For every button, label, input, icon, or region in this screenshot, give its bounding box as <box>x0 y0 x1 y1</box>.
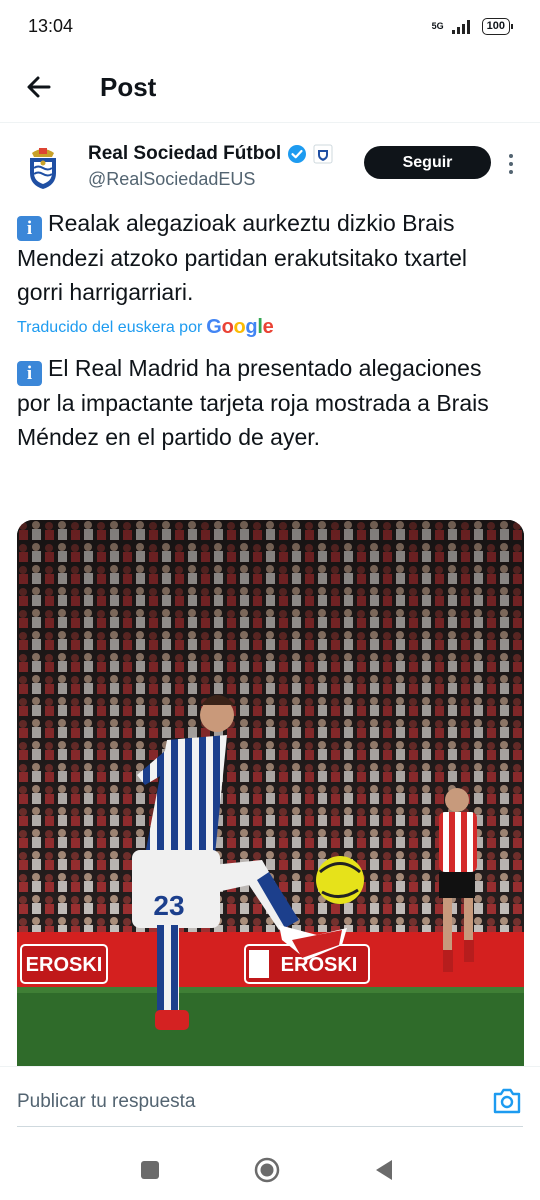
board-text-1: EROSKI <box>26 954 103 976</box>
follow-button[interactable]: Seguir <box>364 146 491 179</box>
network-label: 5G <box>431 21 444 31</box>
affiliate-badge-icon <box>313 144 333 164</box>
back-arrow-icon <box>27 76 51 98</box>
status-time: 13:04 <box>28 16 74 36</box>
tweet-media-photo[interactable]: EROSKI EROSKI 23 <box>17 520 524 1066</box>
status-bar: 13:04 5G 100 <box>0 0 540 56</box>
translated-text: El Real Madrid ha presentado alegaciones… <box>17 355 489 450</box>
system-navigation-bar <box>0 1140 540 1200</box>
reply-bar: Publicar tu respuesta <box>0 1066 540 1129</box>
football-photo: EROSKI EROSKI 23 <box>17 520 524 1066</box>
system-back-button[interactable] <box>370 1156 398 1184</box>
home-button[interactable] <box>253 1156 281 1184</box>
google-logo: Google <box>206 316 274 338</box>
status-indicators: 5G 100 <box>431 18 514 35</box>
camera-icon <box>493 1088 521 1114</box>
author-name: Real Sociedad Fútbol <box>88 143 282 164</box>
tweet-translated-text: i El Real Madrid ha presentado alegacione… <box>17 351 517 454</box>
camera-button[interactable] <box>492 1087 522 1115</box>
player-number: 23 <box>153 890 184 921</box>
recents-icon <box>141 1161 159 1179</box>
more-options-icon <box>509 154 513 174</box>
reply-input[interactable]: Publicar tu respuesta <box>17 1091 196 1113</box>
reply-divider <box>17 1126 523 1127</box>
translation-attribution[interactable]: Traducido del euskera por Google <box>17 316 274 339</box>
tweet-original-text: i Realak alegazioak aurkeztu dizkio Brais… <box>17 206 517 309</box>
top-app-bar: Post <box>0 56 540 123</box>
battery-indicator: 100 <box>481 18 514 35</box>
author-name-row: Real Sociedad Fútbol <box>88 143 333 165</box>
author-handle: @RealSociedadEUS <box>88 169 256 189</box>
verified-badge-icon <box>288 145 307 163</box>
club-crest-logo <box>30 148 56 189</box>
signal-icon <box>451 19 470 34</box>
author-info[interactable]: Real Sociedad Fútbol @RealSociedadEUS <box>88 143 333 190</box>
author-avatar[interactable] <box>18 143 68 193</box>
recents-button[interactable] <box>136 1156 164 1184</box>
back-icon <box>376 1160 392 1180</box>
board-text-2: EROSKI <box>281 954 358 976</box>
translation-label: Traducido del euskera por <box>17 318 203 336</box>
info-icon: i <box>17 216 42 241</box>
original-text: Realak alegazioak aurkeztu dizkio Brais … <box>17 210 468 305</box>
home-icon <box>254 1157 280 1183</box>
page-title: Post <box>100 72 157 102</box>
more-options-button[interactable] <box>505 152 517 176</box>
back-button[interactable] <box>22 70 56 104</box>
info-icon: i <box>17 361 42 386</box>
